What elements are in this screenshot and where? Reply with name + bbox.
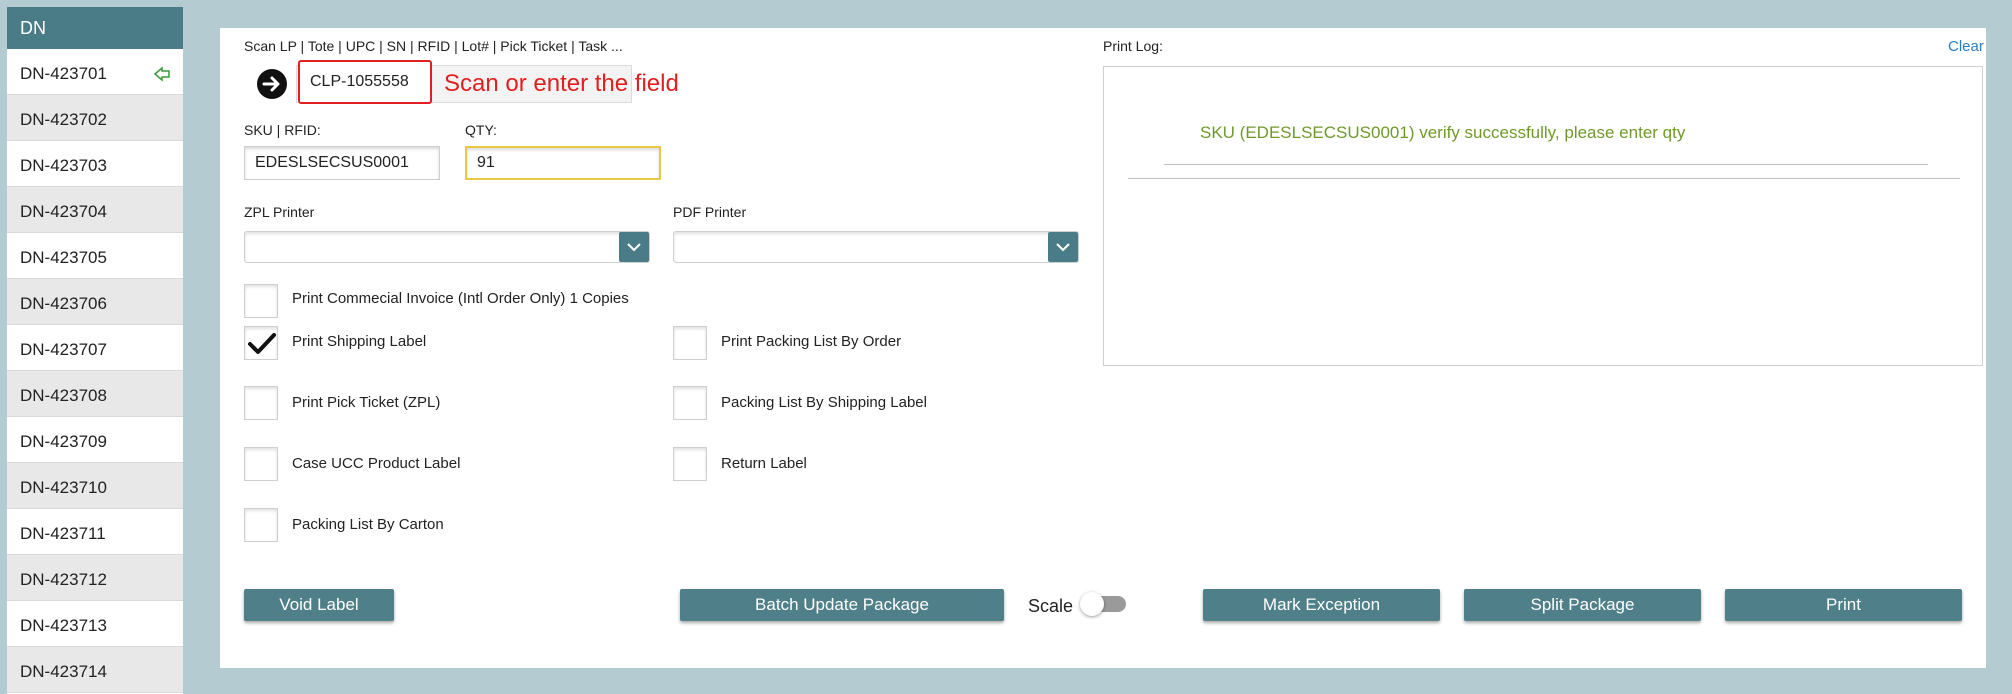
qty-input[interactable] — [465, 146, 661, 180]
dn-list-item-label: DN-423710 — [20, 478, 107, 497]
shipping-label-checkbox[interactable] — [244, 326, 278, 360]
dn-list-item-label: DN-423714 — [20, 662, 107, 681]
arrow-right-circle-icon[interactable] — [256, 68, 288, 100]
upload-arrow-icon[interactable] — [153, 65, 171, 83]
pdf-printer-select[interactable] — [673, 231, 1079, 263]
void-label-button[interactable]: Void Label — [244, 589, 394, 621]
dn-list-item[interactable]: DN-423711 — [7, 509, 183, 555]
log-divider — [1164, 164, 1928, 165]
dn-list-item[interactable]: DN-423703 — [7, 141, 183, 187]
dn-list-item-label: DN-423712 — [20, 570, 107, 589]
split-package-button[interactable]: Split Package — [1464, 589, 1701, 621]
scale-toggle[interactable] — [1080, 592, 1126, 616]
dn-list-item-label: DN-423706 — [20, 294, 107, 313]
packing-list-by-carton-checkbox[interactable] — [244, 508, 278, 542]
zpl-printer-label: ZPL Printer — [244, 204, 315, 220]
scale-label: Scale — [1028, 596, 1074, 616]
scan-hint: Scan or enter the field — [444, 70, 679, 97]
sku-input[interactable] — [244, 146, 440, 180]
shipping-label-label: Print Shipping Label — [292, 333, 427, 350]
dn-list-item[interactable]: DN-423704 — [7, 187, 183, 233]
scale-toggle-knob — [1080, 592, 1104, 616]
return-label-label: Return Label — [721, 455, 807, 472]
dn-list-item[interactable]: DN-423707 — [7, 325, 183, 371]
sidebar-header: DN — [7, 7, 183, 49]
dn-list-item[interactable]: DN-423705 — [7, 233, 183, 279]
dn-list-item-label: DN-423707 — [20, 340, 107, 359]
dn-sidebar: DN DN-423701 DN-423702 DN-423703 DN-423704 D… — [7, 7, 183, 694]
dn-list-item[interactable]: DN-423713 — [7, 601, 183, 647]
packing-list-by-carton-label: Packing List By Carton — [292, 516, 444, 533]
log-divider — [1128, 178, 1960, 179]
checkmark-icon — [248, 333, 276, 354]
packing-list-by-shipping-label-checkbox[interactable] — [673, 386, 707, 420]
batch-update-package-button[interactable]: Batch Update Package — [680, 589, 1004, 621]
scan-input[interactable]: CLP-1055558 — [298, 60, 432, 104]
dn-list-item-label: DN-423708 — [20, 386, 107, 405]
dn-list-item-label: DN-423702 — [20, 110, 107, 129]
dn-list: DN-423701 DN-423702 DN-423703 DN-423704 DN-4… — [7, 49, 183, 693]
sku-label: SKU | RFID: — [244, 122, 321, 138]
print-log-panel: SKU (EDESLSECSUS0001) verify successfull… — [1103, 66, 1983, 366]
dn-list-item[interactable]: DN-423706 — [7, 279, 183, 325]
pick-ticket-label: Print Pick Ticket (ZPL) — [292, 394, 441, 411]
dn-list-item-label: DN-423709 — [20, 432, 107, 451]
dn-list-item-label: DN-423711 — [20, 524, 106, 543]
dn-list-item[interactable]: DN-423702 — [7, 95, 183, 141]
dn-list-item-label: DN-423703 — [20, 156, 107, 175]
commercial-invoice-label: Print Commecial Invoice (Intl Order Only… — [292, 290, 629, 307]
pdf-printer-label: PDF Printer — [673, 204, 747, 220]
case-ucc-label: Case UCC Product Label — [292, 455, 461, 472]
dn-list-item[interactable]: DN-423708 — [7, 371, 183, 417]
dn-list-item-label: DN-423705 — [20, 248, 107, 267]
dn-list-item[interactable]: DN-423712 — [7, 555, 183, 601]
chevron-down-icon — [619, 232, 649, 262]
mark-exception-button[interactable]: Mark Exception — [1203, 589, 1440, 621]
dn-list-item[interactable]: DN-423710 — [7, 463, 183, 509]
main-panel: Scan LP | Tote | UPC | SN | RFID | Lot# … — [220, 28, 1986, 668]
commercial-invoice-checkbox[interactable] — [244, 284, 278, 318]
pick-ticket-checkbox[interactable] — [244, 386, 278, 420]
dn-list-item-label: DN-423701 — [20, 64, 107, 83]
zpl-printer-select[interactable] — [244, 231, 650, 263]
case-ucc-checkbox[interactable] — [244, 447, 278, 481]
dn-list-item-label: DN-423713 — [20, 616, 107, 635]
packing-list-by-shipping-label-label: Packing List By Shipping Label — [721, 394, 927, 411]
print-log-message: SKU (EDESLSECSUS0001) verify successfull… — [1200, 123, 1686, 142]
chevron-down-icon — [1048, 232, 1078, 262]
clear-log-link[interactable]: Clear — [1948, 38, 1984, 55]
dn-list-item[interactable]: DN-423714 — [7, 647, 183, 693]
print-button[interactable]: Print — [1725, 589, 1962, 621]
dn-list-item[interactable]: DN-423709 — [7, 417, 183, 463]
scan-label: Scan LP | Tote | UPC | SN | RFID | Lot# … — [244, 38, 623, 54]
scan-input-value: CLP-1055558 — [310, 73, 409, 90]
qty-label: QTY: — [465, 122, 497, 138]
print-log-label: Print Log: — [1103, 38, 1163, 54]
dn-list-item-label: DN-423704 — [20, 202, 107, 221]
packing-list-by-order-checkbox[interactable] — [673, 326, 707, 360]
dn-list-item[interactable]: DN-423701 — [7, 49, 183, 95]
return-label-checkbox[interactable] — [673, 447, 707, 481]
packing-list-by-order-label: Print Packing List By Order — [721, 333, 902, 350]
